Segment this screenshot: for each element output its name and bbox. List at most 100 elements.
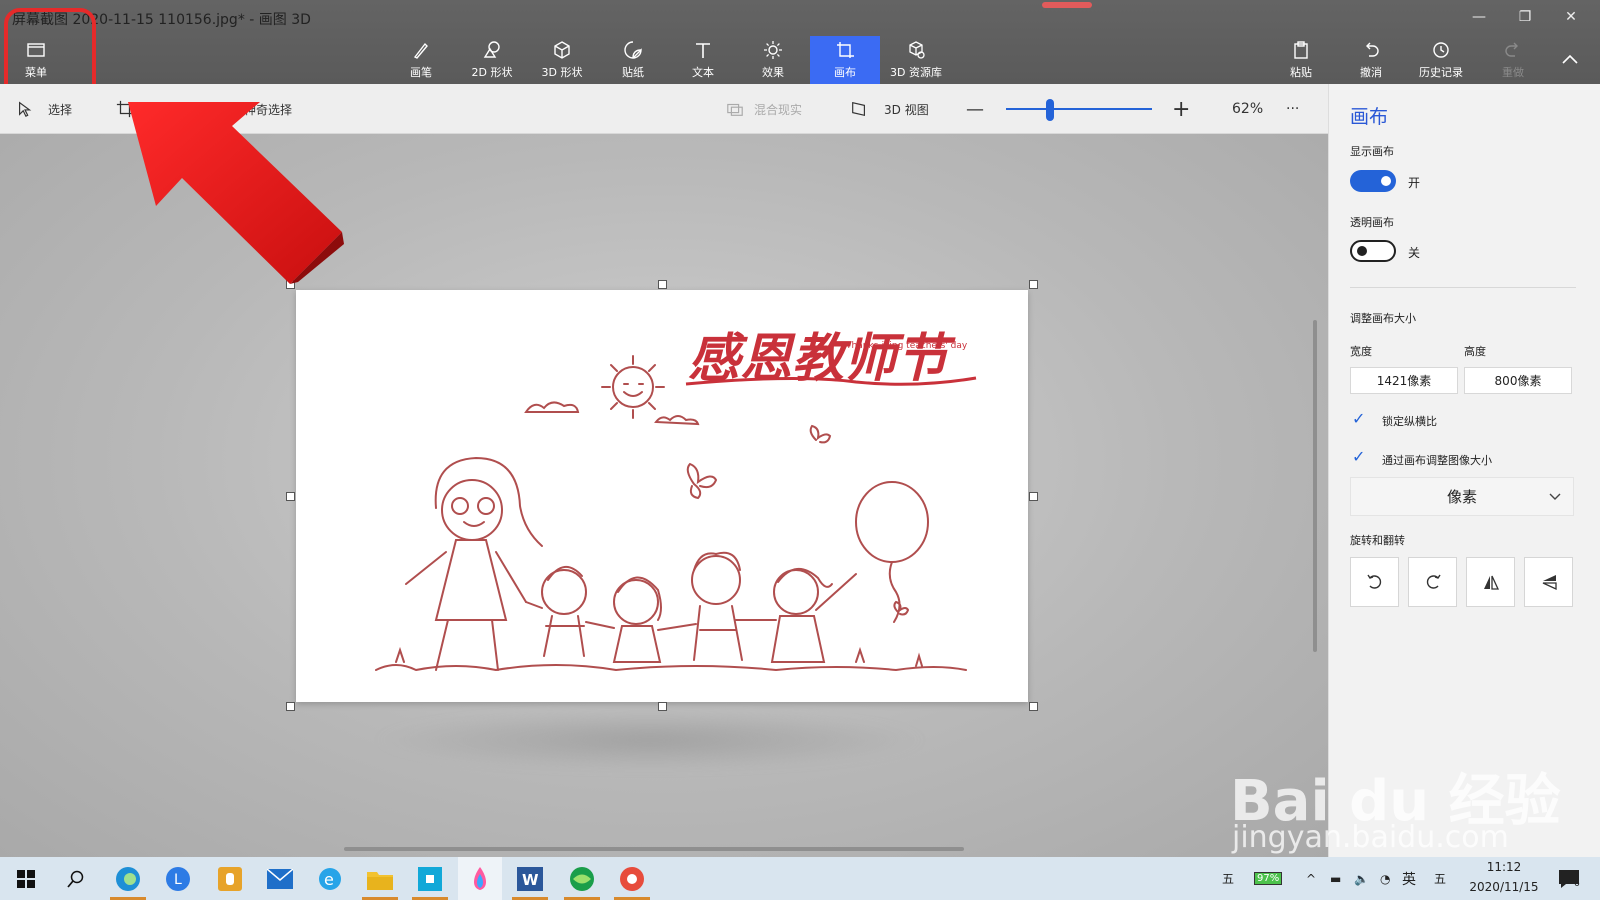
taskbar-paint3d[interactable] — [458, 857, 502, 900]
notification-center-button[interactable]: 6 — [1558, 857, 1580, 900]
shapes3d-label: 3D 形状 — [541, 66, 583, 79]
undo-label: 撤消 — [1360, 66, 1382, 79]
resize-handle-bottom-right[interactable] — [1029, 702, 1038, 711]
tray-chevron-icon[interactable]: ^ — [1306, 857, 1316, 900]
library3d-label: 3D 资源库 — [890, 66, 942, 79]
l-app-icon: L — [166, 866, 190, 891]
language-indicator[interactable]: 英 — [1402, 857, 1416, 900]
shapes3d-tool[interactable]: 3D 形状 — [536, 36, 588, 84]
canvas-image[interactable]: 感恩教师节 Thanks-iving teachers' day — [296, 290, 1028, 702]
redo-button[interactable]: 重做 — [1490, 36, 1536, 84]
taskbar-app-cyan[interactable] — [408, 857, 452, 900]
height-input[interactable]: 800像素 — [1464, 367, 1572, 394]
undo-button[interactable]: 撤消 — [1348, 36, 1394, 84]
transparent-canvas-label: 透明画布 — [1350, 216, 1394, 229]
search-button[interactable] — [54, 857, 98, 900]
view3d-icon — [852, 101, 865, 117]
resize-image-checkbox[interactable]: ✓ — [1352, 448, 1370, 466]
ime-mode-indicator[interactable]: 五 — [1434, 857, 1446, 900]
resize-handle-bottom-left[interactable] — [286, 702, 295, 711]
battery-indicator[interactable]: 97% — [1254, 857, 1283, 900]
stickers-label: 贴纸 — [622, 66, 644, 79]
lock-ratio-checkbox[interactable]: ✓ — [1352, 410, 1370, 428]
minimize-button[interactable]: — — [1456, 0, 1502, 34]
brushes-tool[interactable]: 画笔 — [398, 36, 444, 84]
rotate-left-icon — [1366, 574, 1381, 589]
annotation-arrow-icon — [128, 102, 344, 284]
shapes2d-tool[interactable]: 2D 形状 — [466, 36, 518, 84]
taskbar-notes[interactable] — [208, 857, 252, 900]
collapse-toolbar-button[interactable] — [1550, 36, 1590, 84]
redo-label: 重做 — [1502, 66, 1524, 79]
effects-label: 效果 — [762, 66, 784, 79]
resize-handle-top[interactable] — [658, 280, 667, 289]
resize-handle-bottom[interactable] — [658, 702, 667, 711]
mixed-reality-button[interactable]: 混合现实 — [726, 84, 802, 134]
rotate-left-button[interactable] — [1350, 557, 1399, 607]
transparent-canvas-state: 关 — [1408, 246, 1421, 260]
taskbar-word[interactable]: W — [508, 857, 552, 900]
view3d-button[interactable]: 3D 视图 — [850, 84, 929, 134]
show-canvas-state: 开 — [1408, 176, 1421, 190]
canvas-reflection — [370, 710, 930, 770]
resize-handle-right[interactable] — [1029, 492, 1038, 501]
zoom-slider-track[interactable] — [1006, 108, 1152, 110]
taskbar-explorer[interactable] — [358, 857, 402, 900]
view3d-label: 3D 视图 — [884, 102, 929, 117]
stickers-tool[interactable]: 贴纸 — [610, 36, 656, 84]
search-icon — [67, 870, 84, 888]
volume-icon[interactable]: 🔈 — [1354, 857, 1369, 900]
flip-horizontal-button[interactable] — [1466, 557, 1515, 607]
svg-text:e: e — [324, 870, 334, 889]
clock-time[interactable]: 11:12 — [1474, 860, 1534, 874]
taskbar-edge[interactable] — [106, 857, 150, 900]
width-input[interactable]: 1421像素 — [1350, 367, 1458, 394]
folder-icon — [367, 871, 393, 890]
vertical-scrollbar[interactable] — [1313, 320, 1317, 652]
text-tool[interactable]: 文本 — [680, 36, 726, 84]
taskbar-mail[interactable] — [258, 857, 302, 900]
close-button[interactable]: ✕ — [1548, 0, 1594, 34]
taskbar-media-app[interactable] — [610, 857, 654, 900]
zoom-slider-thumb[interactable] — [1045, 99, 1054, 121]
clock-date[interactable]: 2020/11/15 — [1466, 880, 1542, 894]
globe-icon — [570, 866, 594, 891]
transparent-canvas-toggle[interactable] — [1350, 240, 1396, 262]
rotate-right-button[interactable] — [1408, 557, 1457, 607]
keyboard-icon[interactable]: ▬ — [1330, 857, 1341, 900]
title-en-text: Thanks-iving teachers' day — [845, 341, 968, 351]
show-canvas-toggle[interactable] — [1350, 170, 1396, 192]
text-label: 文本 — [692, 66, 714, 79]
resize-handle-top-right[interactable] — [1029, 280, 1038, 289]
paste-button[interactable]: 粘贴 — [1278, 36, 1324, 84]
restore-button[interactable]: ❐ — [1502, 0, 1548, 34]
canvas-panel — [1328, 84, 1600, 857]
select-button[interactable]: 选择 — [16, 84, 72, 134]
canvas-tool[interactable]: 画布 — [810, 36, 880, 84]
resize-image-label: 通过画布调整图像大小 — [1382, 454, 1492, 467]
windows-icon — [17, 869, 35, 888]
start-button[interactable] — [4, 857, 48, 900]
canvas-label: 画布 — [834, 66, 856, 79]
word-icon: W — [517, 866, 543, 891]
network-icon[interactable]: ◔ — [1380, 857, 1390, 900]
history-button[interactable]: 历史记录 — [1410, 36, 1472, 84]
flip-vertical-button[interactable] — [1524, 557, 1573, 607]
effects-tool[interactable]: 效果 — [750, 36, 796, 84]
zoom-in-button[interactable]: + — [1172, 84, 1190, 134]
more-button[interactable]: ··· — [1286, 84, 1299, 134]
zoom-out-button[interactable]: — — [966, 84, 984, 134]
library3d-tool[interactable]: 3D 资源库 — [884, 36, 948, 84]
taskbar-ie[interactable]: e — [308, 857, 352, 900]
ime-indicator[interactable]: 五 — [1222, 857, 1234, 900]
unit-dropdown[interactable]: 像素 — [1350, 477, 1574, 516]
taskbar-app-l[interactable]: L — [156, 857, 200, 900]
unit-dropdown-value: 像素 — [1446, 488, 1477, 506]
title-handle — [1042, 2, 1092, 8]
width-label: 宽度 — [1350, 345, 1372, 358]
resize-handle-left[interactable] — [286, 492, 295, 501]
horizontal-scrollbar[interactable] — [344, 847, 964, 851]
zoom-value[interactable]: 62% — [1232, 84, 1263, 134]
taskbar-globe-app[interactable] — [560, 857, 604, 900]
watermark-url: jingyan.baidu.com — [1232, 820, 1509, 855]
